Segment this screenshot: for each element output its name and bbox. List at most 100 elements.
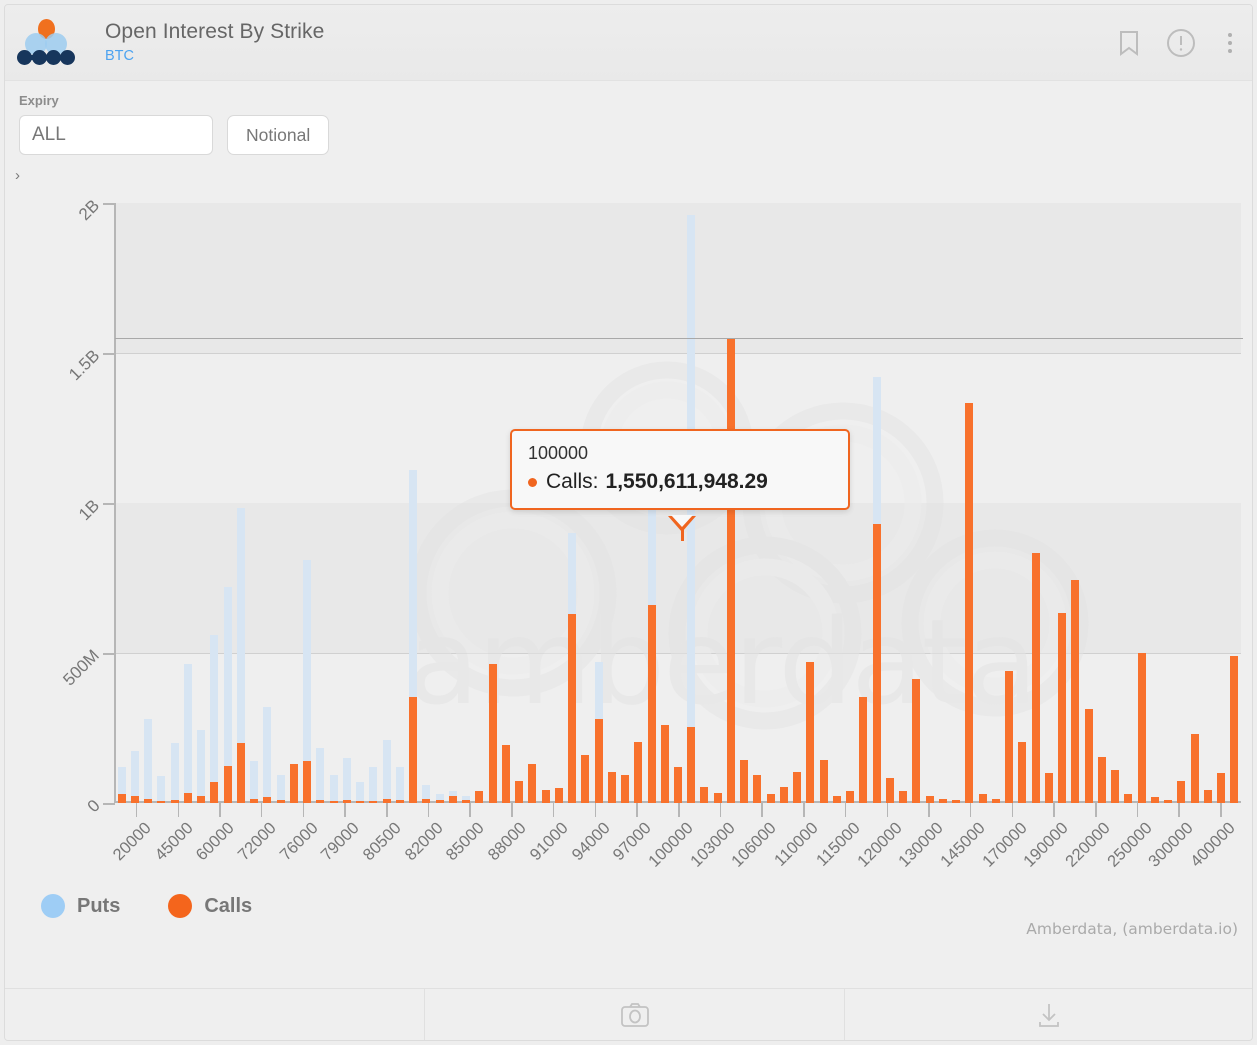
bar-calls[interactable] bbox=[700, 787, 708, 804]
bar-group[interactable] bbox=[1201, 203, 1214, 803]
bar-puts[interactable] bbox=[330, 775, 338, 804]
bar-calls[interactable] bbox=[820, 760, 828, 804]
bar-group[interactable] bbox=[380, 203, 393, 803]
bar-puts[interactable] bbox=[316, 748, 324, 804]
camera-icon[interactable] bbox=[425, 989, 845, 1040]
expand-chevron-right-icon[interactable]: › bbox=[15, 168, 20, 183]
bar-calls[interactable] bbox=[581, 755, 589, 803]
legend-item-calls[interactable]: Calls bbox=[168, 894, 252, 918]
bar-group[interactable] bbox=[923, 203, 936, 803]
bar-group[interactable] bbox=[181, 203, 194, 803]
bar-group[interactable] bbox=[473, 203, 486, 803]
bar-puts[interactable] bbox=[157, 776, 165, 803]
bar-calls[interactable] bbox=[197, 796, 205, 804]
bar-calls[interactable] bbox=[1005, 671, 1013, 803]
bar-calls[interactable] bbox=[475, 791, 483, 803]
bar-group[interactable] bbox=[1122, 203, 1135, 803]
bar-group[interactable] bbox=[393, 203, 406, 803]
bar-group[interactable] bbox=[1215, 203, 1228, 803]
bar-calls[interactable] bbox=[118, 794, 126, 803]
bar-calls[interactable] bbox=[184, 793, 192, 804]
bar-group[interactable] bbox=[340, 203, 353, 803]
bar-calls[interactable] bbox=[1124, 794, 1132, 803]
bar-calls[interactable] bbox=[714, 793, 722, 804]
bar-puts[interactable] bbox=[263, 707, 271, 803]
bar-puts[interactable] bbox=[197, 730, 205, 804]
bar-group[interactable] bbox=[261, 203, 274, 803]
bar-group[interactable] bbox=[989, 203, 1002, 803]
bar-calls[interactable] bbox=[489, 664, 497, 804]
bar-calls[interactable] bbox=[1191, 734, 1199, 803]
bar-puts[interactable] bbox=[277, 775, 285, 804]
bar-calls[interactable] bbox=[886, 778, 894, 804]
bar-calls[interactable] bbox=[1032, 553, 1040, 804]
bar-calls[interactable] bbox=[449, 796, 457, 804]
bar-calls[interactable] bbox=[648, 605, 656, 803]
bar-calls[interactable] bbox=[674, 767, 682, 803]
bar-group[interactable] bbox=[1003, 203, 1016, 803]
bar-calls[interactable] bbox=[528, 764, 536, 803]
bar-calls[interactable] bbox=[621, 775, 629, 804]
bar-calls[interactable] bbox=[899, 791, 907, 803]
bar-calls[interactable] bbox=[515, 781, 523, 804]
bar-calls[interactable] bbox=[661, 725, 669, 803]
bar-calls[interactable] bbox=[979, 794, 987, 803]
bar-calls[interactable] bbox=[833, 796, 841, 804]
bar-group[interactable] bbox=[976, 203, 989, 803]
bar-calls[interactable] bbox=[237, 743, 245, 803]
notional-button[interactable]: Notional bbox=[227, 115, 329, 155]
bar-calls[interactable] bbox=[753, 775, 761, 804]
legend-item-puts[interactable]: Puts bbox=[41, 894, 120, 918]
bar-group[interactable] bbox=[420, 203, 433, 803]
bar-group[interactable] bbox=[274, 203, 287, 803]
bar-group[interactable] bbox=[195, 203, 208, 803]
expiry-select[interactable]: ALL bbox=[19, 115, 213, 155]
bar-calls[interactable] bbox=[767, 794, 775, 803]
bar-group[interactable] bbox=[1082, 203, 1095, 803]
bar-calls[interactable] bbox=[793, 772, 801, 804]
bar-calls[interactable] bbox=[409, 697, 417, 804]
bar-group[interactable] bbox=[287, 203, 300, 803]
bar-calls[interactable] bbox=[568, 614, 576, 803]
overflow-menu-icon[interactable] bbox=[1222, 31, 1238, 55]
bar-calls[interactable] bbox=[1217, 773, 1225, 803]
bar-group[interactable] bbox=[460, 203, 473, 803]
bar-group[interactable] bbox=[1109, 203, 1122, 803]
bar-puts[interactable] bbox=[144, 719, 152, 803]
bar-calls[interactable] bbox=[1111, 770, 1119, 803]
bar-calls[interactable] bbox=[303, 761, 311, 803]
bar-puts[interactable] bbox=[369, 767, 377, 803]
bar-calls[interactable] bbox=[687, 727, 695, 804]
bar-group[interactable] bbox=[155, 203, 168, 803]
bar-calls[interactable] bbox=[1071, 580, 1079, 804]
bar-calls[interactable] bbox=[806, 662, 814, 803]
bar-calls[interactable] bbox=[873, 524, 881, 803]
bar-group[interactable] bbox=[1029, 203, 1042, 803]
bar-calls[interactable] bbox=[780, 787, 788, 804]
bar-calls[interactable] bbox=[290, 764, 298, 803]
bar-puts[interactable] bbox=[184, 664, 192, 804]
bar-calls[interactable] bbox=[608, 772, 616, 804]
bar-calls[interactable] bbox=[555, 788, 563, 803]
bar-puts[interactable] bbox=[396, 767, 404, 803]
bar-group[interactable] bbox=[208, 203, 221, 803]
bar-calls[interactable] bbox=[1204, 790, 1212, 804]
bar-group[interactable] bbox=[883, 203, 896, 803]
bar-group[interactable] bbox=[115, 203, 128, 803]
bar-group[interactable] bbox=[950, 203, 963, 803]
bar-group[interactable] bbox=[327, 203, 340, 803]
bar-group[interactable] bbox=[857, 203, 870, 803]
bar-group[interactable] bbox=[1135, 203, 1148, 803]
bar-group[interactable] bbox=[221, 203, 234, 803]
bar-group[interactable] bbox=[367, 203, 380, 803]
bar-calls[interactable] bbox=[1058, 613, 1066, 804]
bar-puts[interactable] bbox=[383, 740, 391, 803]
bar-calls[interactable] bbox=[926, 796, 934, 804]
bar-group[interactable] bbox=[870, 203, 883, 803]
bar-group[interactable] bbox=[1042, 203, 1055, 803]
bar-group[interactable] bbox=[1056, 203, 1069, 803]
bar-calls[interactable] bbox=[1098, 757, 1106, 804]
bar-calls[interactable] bbox=[595, 719, 603, 803]
bar-group[interactable] bbox=[446, 203, 459, 803]
bar-calls[interactable] bbox=[727, 338, 735, 803]
